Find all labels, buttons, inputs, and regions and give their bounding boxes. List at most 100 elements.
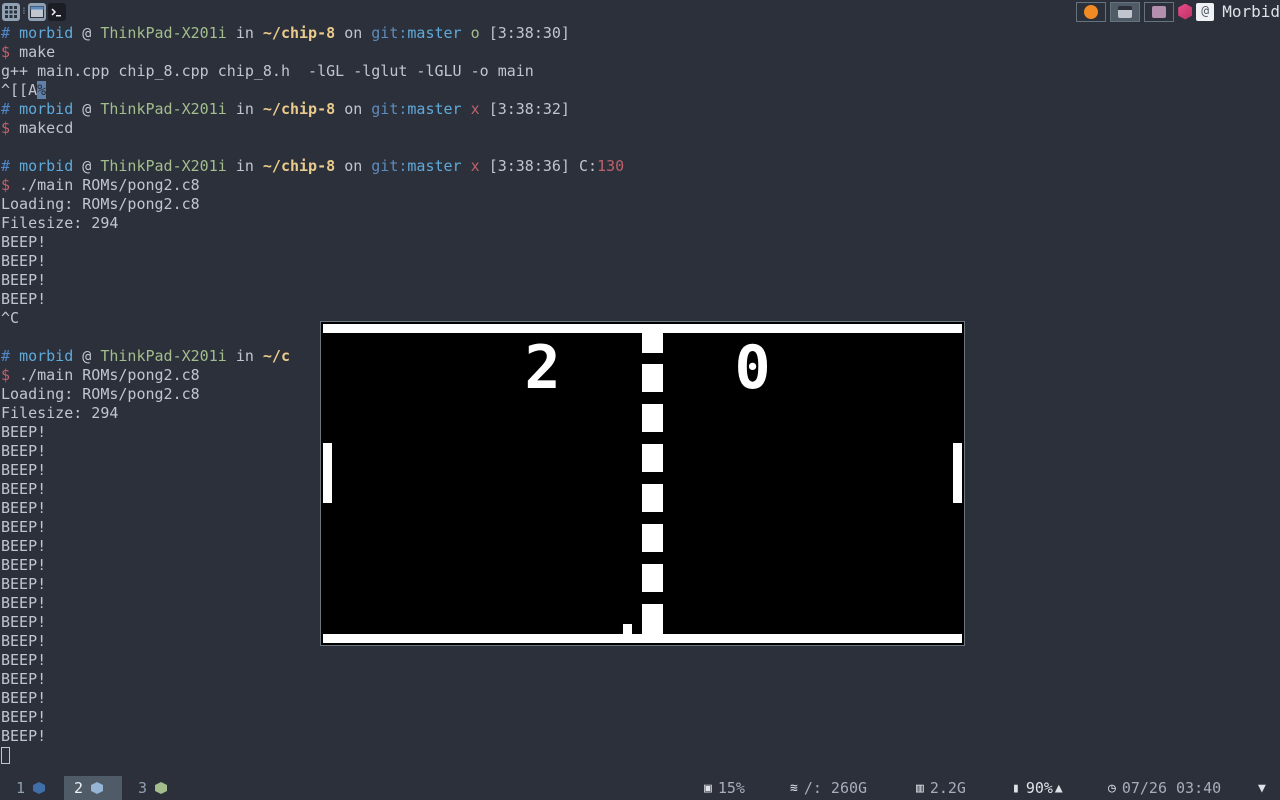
beep-line: BEEP!: [1, 651, 47, 669]
terminal-icon[interactable]: [48, 2, 66, 21]
workspace-1[interactable]: 1: [6, 776, 68, 800]
prompt-in: in: [235, 24, 254, 42]
apps-grid-icon[interactable]: [2, 2, 20, 21]
prompt-host: ThinkPad-X201i: [100, 24, 227, 42]
prompt-user: morbid: [19, 157, 74, 175]
net-segment: [642, 333, 663, 353]
disk-status: ≋ /: 260G: [790, 776, 867, 800]
workspace-number: 3: [138, 779, 148, 797]
prompt-branch: master: [407, 24, 462, 42]
database-icon: ≋: [790, 780, 798, 796]
command-text: ./main ROMs/pong2.c8: [19, 366, 200, 384]
prompt-path: ~/c: [262, 347, 290, 365]
prompt-at: @: [82, 157, 92, 175]
prompt-at: @: [82, 100, 92, 118]
prompt-dollar: $: [1, 119, 11, 137]
top-bar-right: @ Morbid: [1076, 0, 1280, 23]
workspace-3[interactable]: 3: [128, 776, 192, 800]
hexagon-icon: [155, 782, 168, 794]
command-line: $ make: [1, 43, 1276, 62]
output-line: ^[[A%: [1, 81, 1276, 100]
charging-arrow-icon: ▲: [1054, 780, 1063, 796]
cpu-icon: ▣: [704, 780, 712, 796]
right-paddle: [953, 443, 962, 503]
command-text: ./main ROMs/pong2.c8: [19, 176, 200, 194]
terminal-cursor: [1, 747, 10, 764]
prompt-hash: #: [1, 100, 11, 118]
prompt-user: morbid: [19, 100, 74, 118]
prompt-in: in: [235, 347, 254, 365]
prompt-path: ~/chip-8: [262, 157, 336, 175]
cpu-status: ▣ 15%: [704, 776, 745, 800]
tray-folder[interactable]: [1144, 1, 1175, 22]
chip8-pong-window[interactable]: 2 0: [320, 321, 965, 646]
prompt-in: in: [235, 100, 254, 118]
prompt-branch: master: [407, 100, 462, 118]
output-line: g++ main.cpp chip_8.cpp chip_8.h -lGL -l…: [1, 62, 534, 80]
username-label[interactable]: Morbid: [1222, 2, 1280, 21]
net-segment: [642, 604, 663, 634]
screen-icon: [1118, 5, 1133, 18]
clock-icon: ◷: [1108, 780, 1116, 796]
highlight-percent: %: [37, 81, 47, 99]
beep-line: BEEP!: [1, 271, 47, 289]
ball: [623, 624, 632, 634]
prompt-line: # morbid @ ThinkPad-X201i in ~/chip-8 on…: [1, 100, 1276, 119]
prompt-git-status: x: [470, 157, 480, 175]
battery-status: ▮ 90% ▲: [1012, 776, 1063, 800]
workspace-number: 2: [74, 779, 84, 797]
prompt-dollar: $: [1, 43, 11, 61]
escape-seq: ^[[A: [1, 81, 38, 99]
net-segment: [642, 484, 663, 512]
prompt-time: [3:38:32]: [488, 100, 570, 118]
prompt-path: ~/chip-8: [262, 100, 336, 118]
prompt-git: git:: [371, 157, 408, 175]
prompt-user: morbid: [19, 347, 74, 365]
net-segment: [642, 524, 663, 552]
prompt-on: on: [344, 24, 363, 42]
prompt-at: @: [82, 347, 92, 365]
command-text: makecd: [19, 119, 74, 137]
command-text: make: [19, 43, 56, 61]
disk-value: /: 260G: [803, 779, 868, 797]
score-right: 0: [734, 333, 771, 403]
left-paddle: [323, 443, 332, 503]
memory-value: 2.2G: [929, 779, 966, 797]
hexagon-icon: [91, 782, 104, 794]
wifi-status[interactable]: ▼: [1258, 776, 1266, 800]
prompt-branch: master: [407, 157, 462, 175]
prompt-dollar: $: [1, 176, 11, 194]
hexagon-icon: [33, 782, 46, 794]
workspace-2[interactable]: 2: [64, 776, 122, 800]
prompt-git: git:: [371, 100, 408, 118]
score-left: 2: [524, 333, 561, 403]
beep-line: BEEP!: [1, 233, 47, 251]
net-segment: [642, 444, 663, 472]
prompt-hash: #: [1, 347, 11, 365]
prompt-on: on: [344, 100, 363, 118]
prompt-hash: #: [1, 24, 11, 42]
memory-status: ▥ 2.2G: [916, 776, 966, 800]
tray-firefox[interactable]: [1076, 1, 1107, 22]
window-icon[interactable]: [28, 2, 46, 21]
prompt-in: in: [235, 157, 254, 175]
beep-line: BEEP!: [1, 727, 47, 745]
prompt-git: git:: [371, 24, 408, 42]
tray-screen[interactable]: [1110, 1, 1141, 22]
prompt-time: [3:38:30]: [488, 24, 570, 42]
workspace-number: 1: [16, 779, 26, 797]
beep-line: BEEP!: [1, 252, 47, 270]
prompt-on: on: [344, 157, 363, 175]
battery-icon: ▮: [1012, 780, 1020, 796]
top-bar-left: ⁝: [0, 0, 66, 23]
gem-icon: [1178, 3, 1193, 20]
prompt-line: # morbid @ ThinkPad-X201i in ~/chip-8 on…: [1, 24, 1276, 43]
prompt-time: [3:38:36]: [488, 157, 570, 175]
prompt-git-status: o: [470, 24, 480, 42]
battery-value: 90%: [1025, 779, 1053, 797]
prompt-user: morbid: [19, 24, 74, 42]
output-line: Filesize: 294: [1, 214, 119, 232]
prompt-hash: #: [1, 157, 11, 175]
output-line: Loading: ROMs/pong2.c8: [1, 195, 200, 213]
